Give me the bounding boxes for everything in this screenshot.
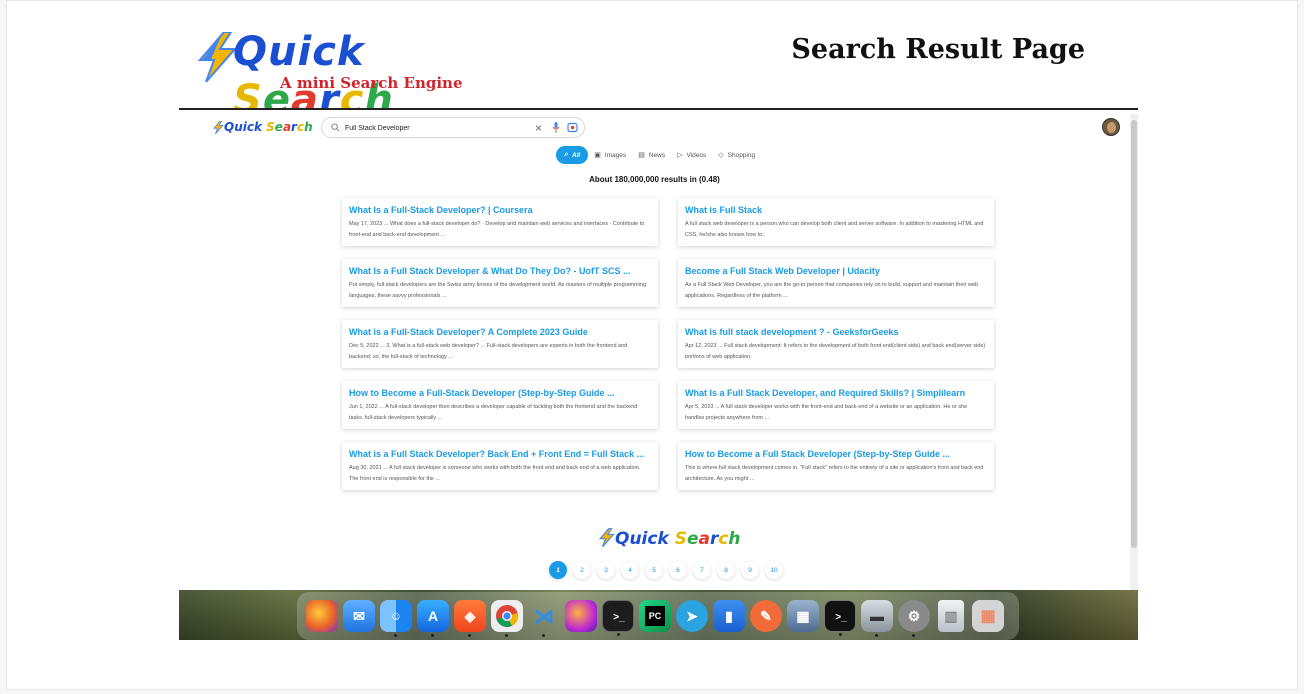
telegram-icon[interactable]: ➤ bbox=[676, 600, 708, 632]
result-snippet: Apr 5, 2023 ... A full stack developer w… bbox=[685, 404, 968, 421]
brave-icon[interactable]: ◈ bbox=[454, 600, 486, 637]
chrome-icon[interactable] bbox=[491, 600, 523, 637]
quick-search-logo: Quick Search A mini Search Engine bbox=[197, 28, 497, 123]
result-title-link[interactable]: What Is a Full Stack Developer, and Requ… bbox=[685, 388, 987, 398]
news-icon: ▤ bbox=[638, 152, 645, 159]
tab-videos[interactable]: ▷ Videos bbox=[671, 146, 712, 164]
postman-icon[interactable]: ✎ bbox=[750, 600, 782, 632]
search-icon: ⌕ bbox=[564, 151, 568, 158]
firefox-dev-icon[interactable] bbox=[565, 600, 597, 632]
result-card: What Is a Full Stack Developer, and Requ… bbox=[678, 381, 994, 429]
iterm-icon[interactable]: >_ bbox=[824, 600, 856, 636]
result-card: What is a Full Stack Developer? Back End… bbox=[342, 442, 658, 490]
firefox-icon[interactable] bbox=[306, 600, 338, 632]
result-card: What Is a Full Stack Developer & What Do… bbox=[342, 259, 658, 307]
header-logo-quick: Quick bbox=[224, 120, 262, 134]
result-title-link[interactable]: What is a Full-Stack Developer? A Comple… bbox=[349, 327, 651, 337]
lightning-bolt-icon bbox=[212, 120, 224, 135]
result-card: How to Become a Full-Stack Developer (St… bbox=[342, 381, 658, 429]
tab-news[interactable]: ▤ News bbox=[632, 146, 671, 164]
lightning-bolt-icon bbox=[598, 527, 615, 548]
terminal-icon[interactable]: >_ bbox=[602, 600, 634, 636]
page-button[interactable]: 10 bbox=[765, 561, 783, 579]
result-title-link[interactable]: What is full stack development ? - Geeks… bbox=[685, 327, 987, 337]
footer-logo[interactable]: Quick Search bbox=[598, 527, 741, 549]
disk-utility-icon[interactable]: ▬ bbox=[861, 600, 893, 637]
books-icon[interactable]: ▮ bbox=[713, 600, 745, 632]
finder-icon[interactable]: ☺ bbox=[380, 600, 412, 637]
result-snippet: May 17, 2023 ... What does a full-stack … bbox=[349, 221, 645, 238]
tag-icon: ◇ bbox=[718, 152, 724, 159]
result-snippet: Jun 1, 2022 ... A full-stack developer t… bbox=[349, 404, 638, 421]
microphone-icon[interactable] bbox=[552, 122, 560, 133]
result-card: What is a Full-Stack Developer? A Comple… bbox=[342, 320, 658, 368]
launchpad-icon[interactable]: ▦ bbox=[972, 600, 1004, 632]
page-button[interactable]: 3 bbox=[597, 561, 615, 579]
result-title-link[interactable]: What Is a Full-Stack Developer? | Course… bbox=[349, 205, 651, 215]
result-title-link[interactable]: How to Become a Full-Stack Developer (St… bbox=[349, 388, 651, 398]
result-title-link[interactable]: Become a Full Stack Web Developer | Udac… bbox=[685, 266, 987, 276]
tab-images-label: Images bbox=[604, 151, 627, 159]
result-snippet: This is where full stack development com… bbox=[685, 465, 984, 482]
preview-icon[interactable]: ▦ bbox=[787, 600, 819, 632]
tab-all[interactable]: ⌕ All bbox=[556, 146, 589, 164]
result-snippet: Apr 12, 2023 ... Full stack development:… bbox=[685, 343, 986, 360]
results-grid: What Is a Full-Stack Developer? | Course… bbox=[342, 198, 994, 490]
result-card: How to Become a Full Stack Developer (St… bbox=[678, 442, 994, 490]
page-button[interactable]: 9 bbox=[741, 561, 759, 579]
page-heading: Search Result Page bbox=[791, 34, 1085, 65]
page-button[interactable]: 7 bbox=[693, 561, 711, 579]
trash-icon[interactable]: ▥ bbox=[938, 600, 964, 632]
page-button[interactable]: 6 bbox=[669, 561, 687, 579]
page-scrollbar[interactable] bbox=[1130, 114, 1138, 594]
camera-lens-icon[interactable] bbox=[567, 122, 578, 133]
user-avatar[interactable] bbox=[1102, 118, 1120, 136]
result-card: What is full stack development ? - Geeks… bbox=[678, 320, 994, 368]
result-card: Become a Full Stack Web Developer | Udac… bbox=[678, 259, 994, 307]
result-title-link[interactable]: What Is a Full Stack Developer & What Do… bbox=[349, 266, 651, 276]
result-snippet: Put simply, full stack developers are th… bbox=[349, 282, 647, 299]
result-snippet: As a Full Stack Web Developer, you are t… bbox=[685, 282, 979, 299]
pagination: 1 2 3 4 5 6 7 8 9 10 bbox=[549, 561, 783, 579]
pycharm-icon[interactable]: PC bbox=[639, 600, 671, 632]
search-icon bbox=[331, 123, 340, 132]
tab-news-label: News bbox=[648, 151, 666, 159]
video-icon: ▷ bbox=[677, 152, 683, 159]
app-store-icon[interactable]: A bbox=[417, 600, 449, 637]
tab-shopping-label: Shopping bbox=[727, 151, 756, 159]
brand-tagline: A mini Search Engine bbox=[280, 74, 463, 92]
page-button[interactable]: 5 bbox=[645, 561, 663, 579]
result-count: About 180,000,000 results in (0.48) bbox=[589, 175, 720, 184]
system-settings-icon[interactable]: ⚙ bbox=[898, 600, 930, 637]
browser-screenshot: Quick Search × ⌕ All ▣ Images ▤ bbox=[179, 108, 1138, 640]
result-title-link[interactable]: How to Become a Full Stack Developer (St… bbox=[685, 449, 987, 459]
page-button[interactable]: 2 bbox=[573, 561, 591, 579]
image-icon: ▣ bbox=[594, 152, 601, 159]
scrollbar-thumb[interactable] bbox=[1131, 120, 1137, 548]
clear-icon[interactable]: × bbox=[535, 120, 542, 136]
search-input[interactable] bbox=[345, 121, 525, 135]
macos-dock: ✉ ☺ A ◈ ⋊ >_ PC ➤ ▮ ✎ ▦ >_ ▬ ⚙ ▥ ▦ bbox=[297, 592, 1019, 640]
result-snippet: Aug 30, 2021 ... A full stack developer … bbox=[349, 465, 641, 482]
tab-all-label: All bbox=[571, 151, 581, 159]
brand-word-quick: Quick bbox=[233, 29, 365, 75]
page-button[interactable]: 8 bbox=[717, 561, 735, 579]
header-logo[interactable]: Quick Search bbox=[212, 120, 313, 135]
result-card: What is Full Stack A full stack web deve… bbox=[678, 198, 994, 246]
result-snippet: Dec 5, 2022 ... 3. What is a full-stack … bbox=[349, 343, 628, 360]
tab-images[interactable]: ▣ Images bbox=[588, 146, 632, 164]
mail-icon[interactable]: ✉ bbox=[343, 600, 375, 632]
footer-logo-quick: Quick bbox=[615, 529, 669, 549]
tab-videos-label: Videos bbox=[686, 151, 707, 159]
search-tabs: ⌕ All ▣ Images ▤ News ▷ Videos ◇ Shoppin… bbox=[556, 145, 761, 165]
page-button[interactable]: 1 bbox=[549, 561, 567, 579]
vscode-icon[interactable]: ⋊ bbox=[528, 600, 560, 637]
result-title-link[interactable]: What is Full Stack bbox=[685, 205, 987, 215]
result-snippet: A full stack web developer is a person w… bbox=[685, 221, 984, 238]
result-title-link[interactable]: What is a Full Stack Developer? Back End… bbox=[349, 449, 651, 459]
result-card: What Is a Full-Stack Developer? | Course… bbox=[342, 198, 658, 246]
search-bar[interactable]: × bbox=[321, 117, 585, 138]
page-button[interactable]: 4 bbox=[621, 561, 639, 579]
tab-shopping[interactable]: ◇ Shopping bbox=[712, 146, 761, 164]
